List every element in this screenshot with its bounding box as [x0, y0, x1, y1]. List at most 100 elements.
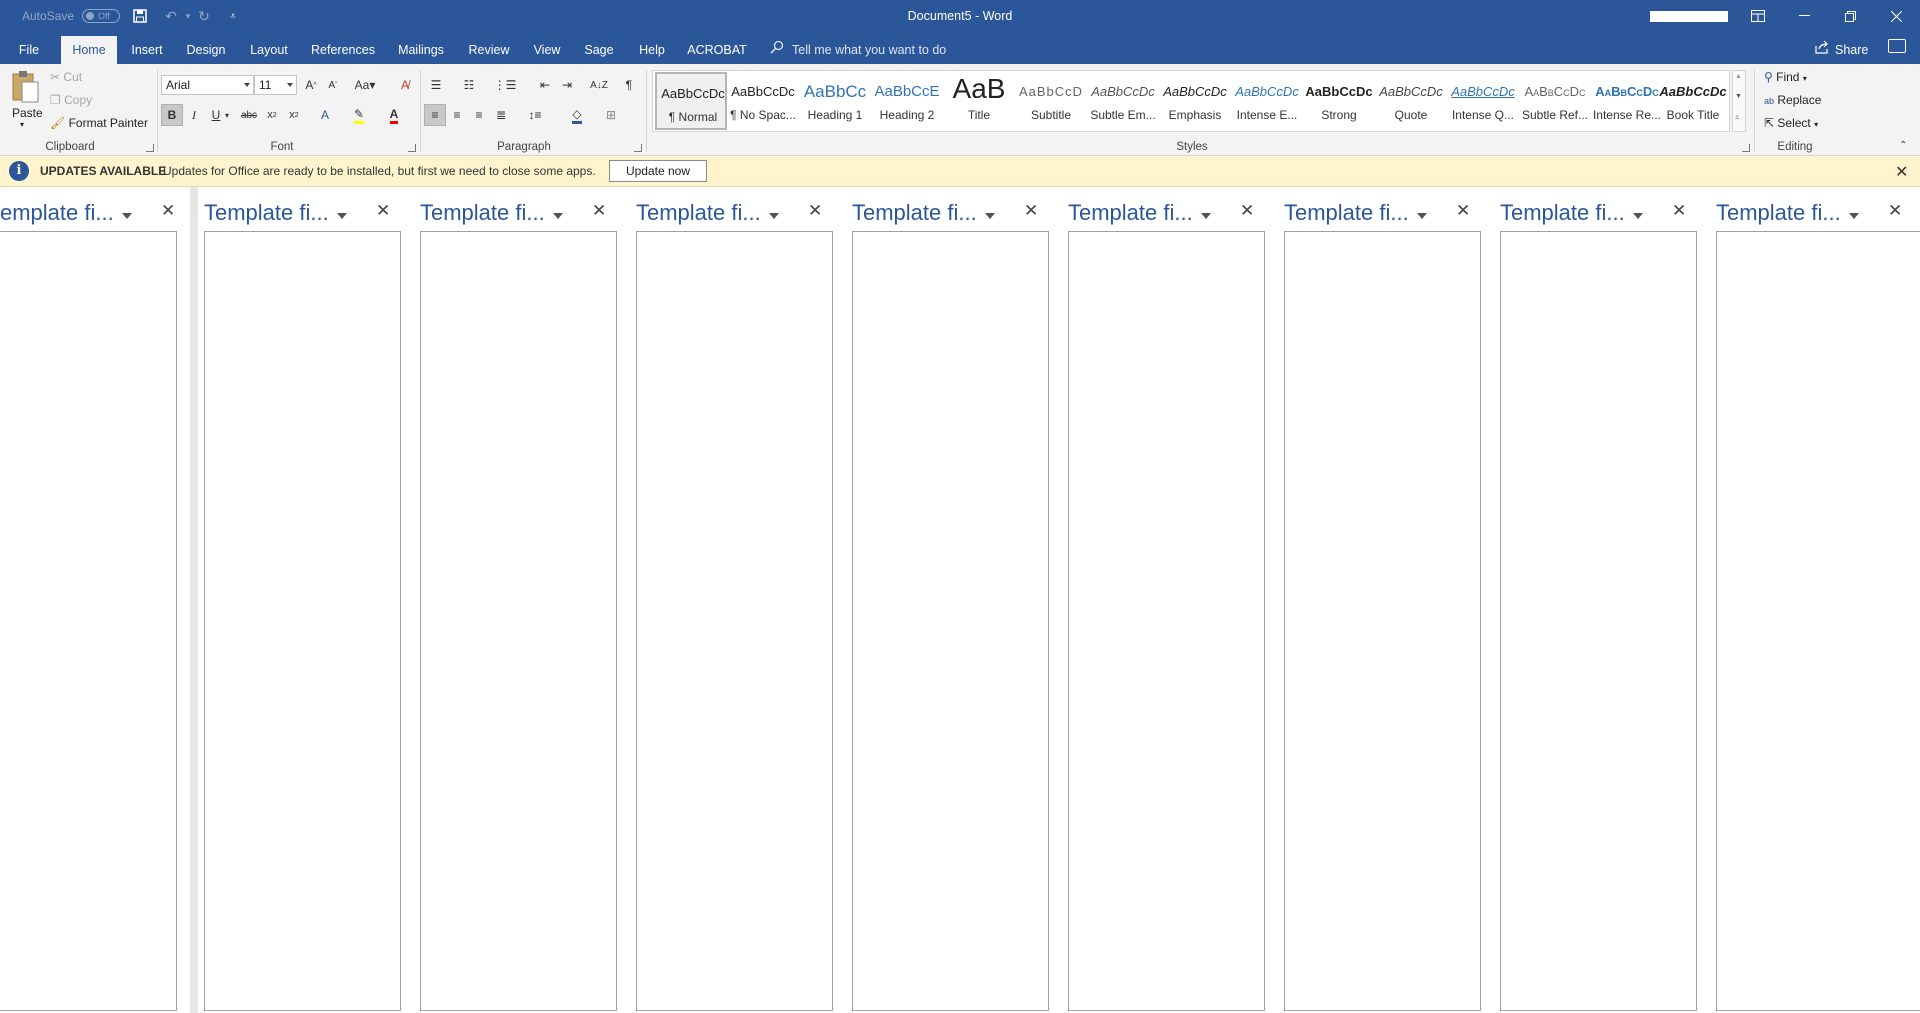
bullets-icon[interactable]: ☰	[425, 74, 447, 96]
italic-button[interactable]: I	[183, 104, 205, 126]
highlight-color-icon[interactable]: ✎	[348, 104, 370, 126]
pane-options-icon[interactable]	[1417, 213, 1427, 219]
pane-options-icon[interactable]	[122, 213, 132, 219]
more-styles-icon[interactable]: ⩡	[1735, 113, 1740, 123]
style-quote[interactable]: AaBbCcDc Quote	[1375, 72, 1447, 130]
pane-options-icon[interactable]	[553, 213, 563, 219]
close-pane-icon[interactable]: ✕	[1240, 201, 1254, 221]
style-heading-2[interactable]: AaBbCcE Heading 2	[871, 72, 943, 130]
multilevel-list-icon[interactable]: ⋮☰	[494, 74, 517, 96]
clear-formatting-icon[interactable]: A̸	[394, 74, 416, 96]
increase-indent-icon[interactable]: ⇥	[556, 74, 578, 96]
find-button[interactable]: ⚲ Find ▾	[1764, 70, 1807, 84]
pane-options-icon[interactable]	[769, 213, 779, 219]
scroll-up-icon[interactable]: ▲	[1735, 73, 1742, 80]
minimize-button[interactable]	[1781, 0, 1827, 32]
pane-body[interactable]	[420, 231, 617, 1011]
paste-icon[interactable]	[10, 70, 40, 109]
pane-body[interactable]	[1500, 231, 1697, 1011]
style-book-title[interactable]: AaBbCcDc Book Title	[1657, 72, 1729, 130]
style-emphasis[interactable]: AaBbCcDc Emphasis	[1159, 72, 1231, 130]
save-icon[interactable]	[132, 8, 148, 24]
share-button[interactable]: Share	[1815, 36, 1868, 64]
close-pane-icon[interactable]: ✕	[592, 201, 606, 221]
pane-body[interactable]	[636, 231, 833, 1011]
select-button[interactable]: ⇱ Select ▾	[1764, 116, 1818, 130]
pane-options-icon[interactable]	[1849, 213, 1859, 219]
font-launcher-icon[interactable]	[408, 144, 416, 152]
decrease-indent-icon[interactable]: ⇤	[534, 74, 556, 96]
justify-icon[interactable]: ≣	[490, 104, 512, 126]
close-pane-icon[interactable]: ✕	[1672, 201, 1686, 221]
align-center-icon[interactable]: ≡	[446, 104, 468, 126]
tab-sage[interactable]: Sage	[579, 36, 619, 64]
tab-home[interactable]: Home	[61, 36, 117, 64]
tab-insert[interactable]: Insert	[124, 36, 170, 64]
tell-me-search[interactable]: Tell me what you want to do	[770, 36, 946, 64]
style-intense-quote[interactable]: AaBbCcDc Intense Q...	[1447, 72, 1519, 130]
undo-dropdown-icon[interactable]: ▾	[180, 8, 196, 24]
style-heading-1[interactable]: AaBbCc Heading 1	[799, 72, 871, 130]
align-right-icon[interactable]: ≡	[468, 104, 490, 126]
autosave-control[interactable]: AutoSave Off	[22, 0, 121, 32]
pane-body[interactable]	[852, 231, 1049, 1011]
borders-icon[interactable]: ⊞	[600, 104, 622, 126]
tab-layout[interactable]: Layout	[243, 36, 295, 64]
paste-dropdown-icon[interactable]: ▾	[20, 120, 24, 129]
ribbon-display-options-icon[interactable]	[1735, 0, 1781, 32]
customize-qat-icon[interactable]: ⩡	[225, 8, 241, 24]
pane-body[interactable]	[1068, 231, 1265, 1011]
close-icon[interactable]: ✕	[1895, 162, 1908, 182]
style-intense-emphasis[interactable]: AaBbCcDc Intense E...	[1231, 72, 1303, 130]
close-pane-icon[interactable]: ✕	[808, 201, 822, 221]
close-pane-icon[interactable]: ✕	[1024, 201, 1038, 221]
pane-options-icon[interactable]	[337, 213, 347, 219]
pane-body[interactable]	[1716, 231, 1920, 1011]
underline-dropdown-icon[interactable]: ▾	[222, 104, 232, 126]
pane-options-icon[interactable]	[1633, 213, 1643, 219]
font-size-combo[interactable]: 11	[254, 75, 297, 95]
style-intense-reference[interactable]: AaBbCcDc Intense Re...	[1591, 72, 1663, 130]
tab-help[interactable]: Help	[632, 36, 672, 64]
style-title[interactable]: AaB Title	[943, 72, 1015, 130]
undo-icon[interactable]: ↶	[163, 8, 179, 24]
cut-button[interactable]: ✂ Cut	[50, 70, 82, 84]
styles-launcher-icon[interactable]	[1742, 144, 1750, 152]
show-formatting-marks-icon[interactable]: ¶	[618, 74, 640, 96]
format-painter-button[interactable]: 🖌 Format Painter	[50, 116, 148, 130]
sort-icon[interactable]: A↓Z	[588, 74, 610, 96]
style-strong[interactable]: AaBbCcDc Strong	[1303, 72, 1375, 130]
tab-mailings[interactable]: Mailings	[392, 36, 450, 64]
align-left-icon[interactable]: ≡	[424, 104, 446, 126]
autosave-toggle[interactable]: Off	[82, 9, 121, 23]
paragraph-launcher-icon[interactable]	[634, 144, 642, 152]
tab-acrobat[interactable]: ACROBAT	[684, 36, 750, 64]
superscript-button[interactable]: x2	[283, 104, 305, 126]
pane-body[interactable]	[204, 231, 401, 1011]
close-pane-icon[interactable]: ✕	[376, 201, 390, 221]
update-now-button[interactable]: Update now	[609, 160, 707, 182]
pane-options-icon[interactable]	[985, 213, 995, 219]
comments-icon[interactable]	[1888, 39, 1906, 53]
bold-button[interactable]: B	[161, 104, 183, 126]
account-name-box[interactable]	[1650, 11, 1728, 22]
pane-body[interactable]	[1284, 231, 1481, 1011]
shading-icon[interactable]: ◇	[566, 104, 588, 126]
strikethrough-button[interactable]: abc	[238, 104, 260, 126]
style-subtle-emphasis[interactable]: AaBbCcDc Subtle Em...	[1087, 72, 1159, 130]
tab-references[interactable]: References	[306, 36, 380, 64]
line-spacing-icon[interactable]: ↕≡	[524, 104, 546, 126]
scroll-down-icon[interactable]: ▼	[1735, 93, 1742, 100]
tab-review[interactable]: Review	[463, 36, 515, 64]
font-color-icon[interactable]: A	[383, 104, 405, 126]
close-pane-icon[interactable]: ✕	[1456, 201, 1470, 221]
style-no-spacing[interactable]: AaBbCcDc ¶ No Spac...	[727, 72, 799, 130]
close-window-button[interactable]	[1873, 0, 1919, 32]
collapse-ribbon-icon[interactable]: ⌃	[1899, 140, 1907, 151]
pane-options-icon[interactable]	[1201, 213, 1211, 219]
copy-button[interactable]: ❐ Copy	[50, 93, 92, 107]
tab-file[interactable]: File	[10, 36, 48, 64]
clipboard-launcher-icon[interactable]	[146, 144, 154, 152]
paste-button[interactable]: Paste	[12, 106, 43, 120]
tab-view[interactable]: View	[527, 36, 567, 64]
